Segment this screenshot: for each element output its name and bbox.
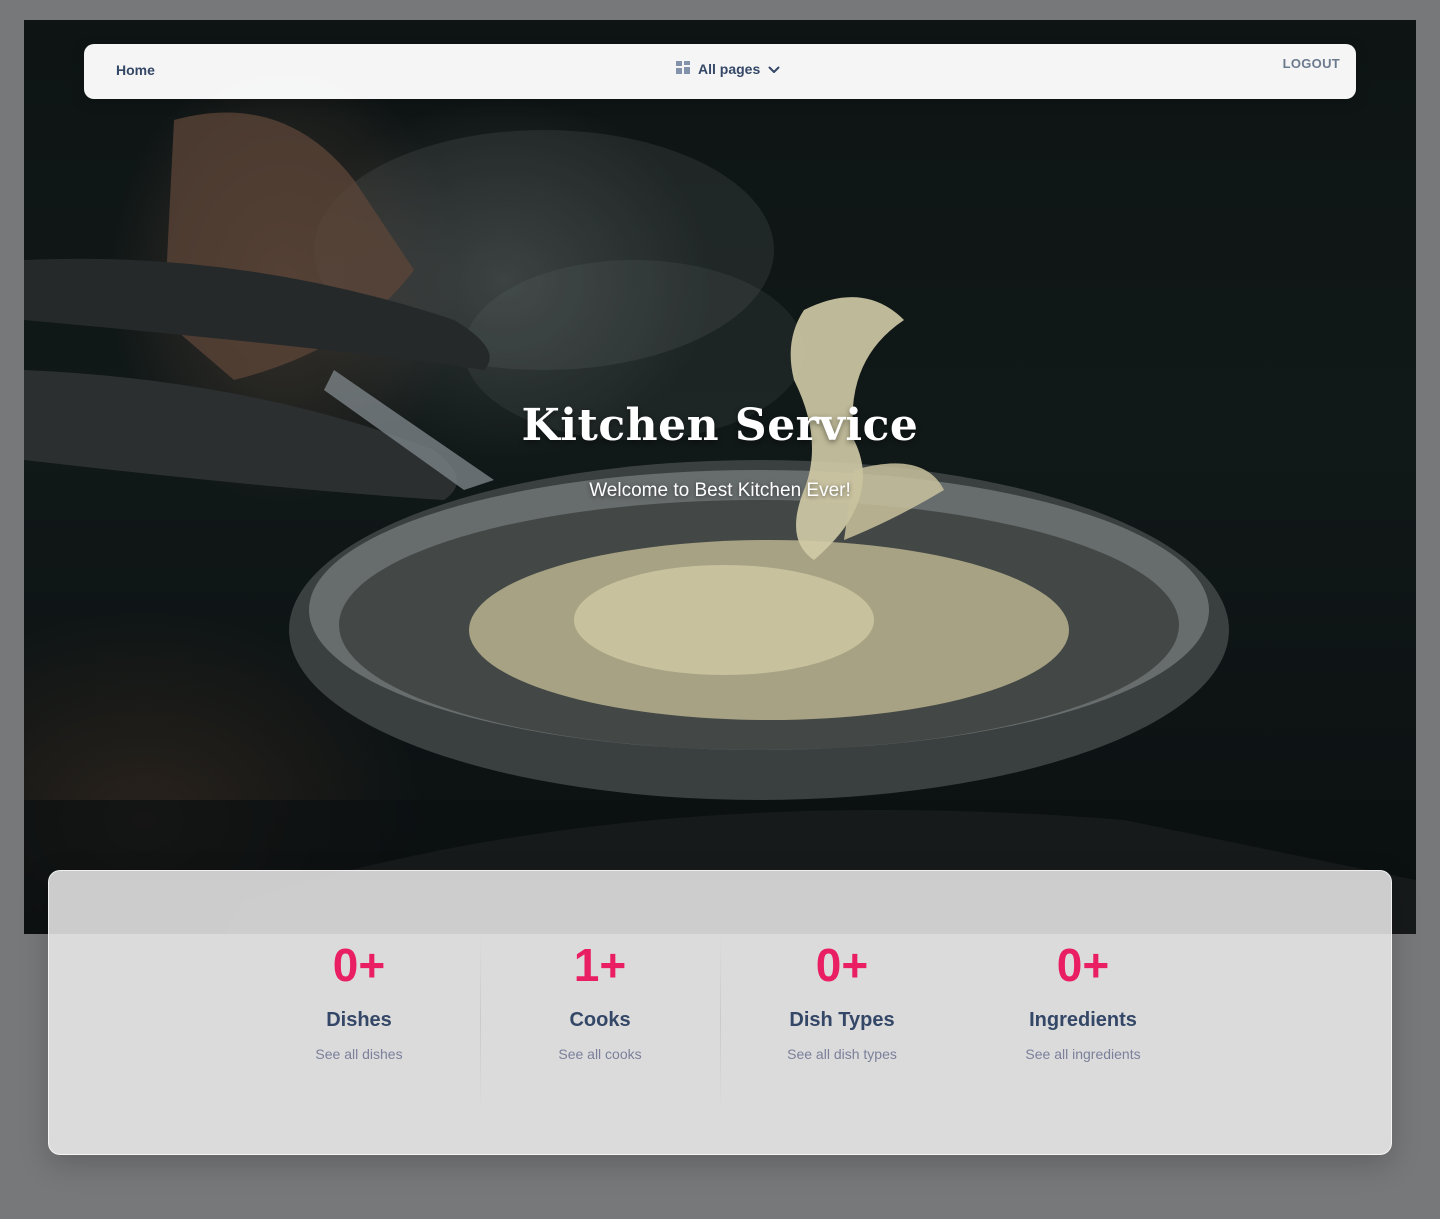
all-pages-dropdown[interactable]: All pages: [676, 61, 780, 77]
stat-value: 1+: [573, 939, 627, 991]
dashboard-grid-icon: [676, 61, 690, 77]
stat-label: Cooks: [569, 1009, 631, 1031]
stat-ingredients: 0+ Ingredients See all ingredients: [963, 933, 1203, 1064]
hero-title: Kitchen Service: [521, 400, 919, 451]
hero-section: Kitchen Service Welcome to Best Kitchen …: [24, 20, 1416, 934]
see-all-cooks-link[interactable]: See all cooks: [558, 1046, 641, 1062]
top-navbar: Home All pages LOGOUT: [84, 44, 1356, 99]
home-link[interactable]: Home: [116, 62, 155, 78]
pan-with-pasta-photo: [24, 112, 1416, 934]
stat-value: 0+: [1056, 939, 1110, 991]
stat-label: Dishes: [326, 1009, 392, 1031]
chevron-down-icon: [768, 61, 780, 77]
stat-dish-types: 0+ Dish Types See all dish types: [722, 933, 962, 1064]
divider: [720, 933, 721, 1113]
see-all-ingredients-link[interactable]: See all ingredients: [1025, 1046, 1140, 1062]
stat-label: Dish Types: [789, 1009, 895, 1031]
see-all-dish-types-link[interactable]: See all dish types: [787, 1046, 897, 1062]
stat-dishes: 0+ Dishes See all dishes: [239, 933, 479, 1064]
logout-button[interactable]: LOGOUT: [1283, 56, 1340, 71]
all-pages-label: All pages: [698, 61, 761, 77]
stat-cooks: 1+ Cooks See all cooks: [480, 933, 720, 1064]
stats-card: 0+ Dishes See all dishes 1+ Cooks See al…: [48, 870, 1392, 1155]
stat-value: 0+: [332, 939, 386, 991]
stat-value: 0+: [815, 939, 869, 991]
stat-label: Ingredients: [1029, 1009, 1137, 1031]
hero-subtitle: Welcome to Best Kitchen Ever!: [589, 480, 851, 501]
see-all-dishes-link[interactable]: See all dishes: [315, 1046, 402, 1062]
